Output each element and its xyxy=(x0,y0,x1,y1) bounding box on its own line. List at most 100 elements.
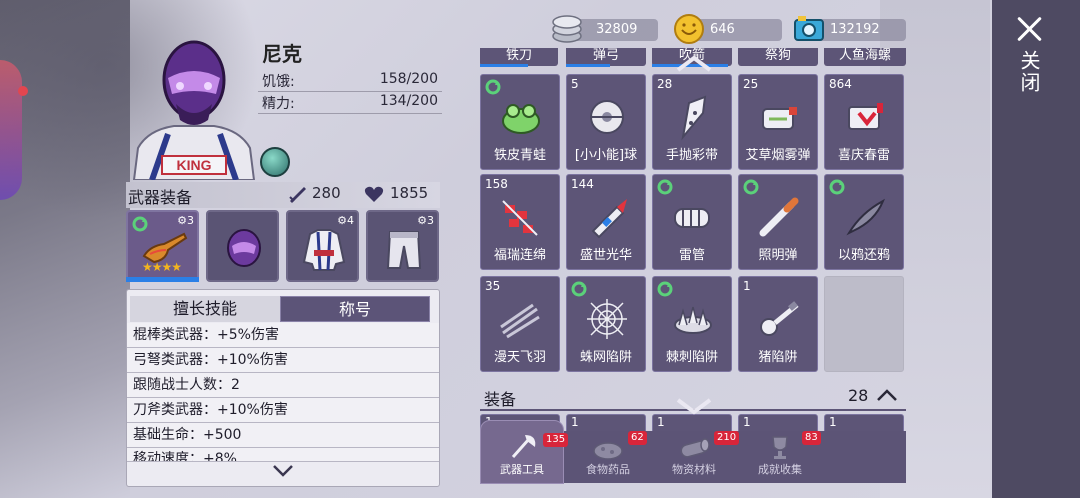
item-count: 25 xyxy=(743,77,759,91)
stat-label: 精力: xyxy=(262,96,295,112)
close-icon[interactable] xyxy=(1016,16,1042,42)
empty-cell xyxy=(824,276,904,372)
item-name: 漫天飞羽 xyxy=(493,350,546,365)
spike-trap-icon xyxy=(674,306,712,334)
item-cell[interactable]: 照明弹 xyxy=(738,174,818,270)
item-name: 盛世光华 xyxy=(579,248,632,263)
tab-progress xyxy=(480,64,528,67)
detonator-icon xyxy=(674,208,710,228)
weapon-slot[interactable]: ⚙3 ★★★★ xyxy=(126,210,199,282)
skill-row: 移动速度：+8% xyxy=(127,448,439,462)
tab-weapons-tools[interactable]: 武器工具 135 xyxy=(480,420,569,484)
item-count: 1 xyxy=(657,415,665,429)
ball-icon xyxy=(590,100,624,134)
chevron-up-icon[interactable] xyxy=(674,54,714,72)
firecracker-string-icon xyxy=(502,200,538,236)
item-name: 喜庆春雷 xyxy=(837,148,890,163)
item-name: 艾草烟雾弹 xyxy=(745,148,811,163)
tab-achievements[interactable]: 成就收集 83 xyxy=(738,431,822,483)
skill-row: 基础生命：+500 xyxy=(127,423,439,448)
tab-label: 物资材料 xyxy=(672,463,716,476)
tab-dog[interactable]: 祭狗 xyxy=(738,48,818,66)
item-count: 35 xyxy=(485,279,501,293)
character-avatar: KING xyxy=(128,38,260,181)
pants-icon xyxy=(386,231,422,269)
close-label[interactable]: 关闭 xyxy=(1017,50,1041,94)
tab-progress xyxy=(566,64,610,67)
skill-row: 刀斧类武器：+10%伤害 xyxy=(127,398,439,423)
smoke-bomb-icon xyxy=(762,107,797,130)
tab-label: 武器工具 xyxy=(500,463,544,476)
item-count: 1 xyxy=(829,415,837,429)
item-cell[interactable]: 5 [小小能]球 xyxy=(566,74,646,170)
tab-label: 成就收集 xyxy=(758,463,802,476)
gold-value: 646 xyxy=(710,22,735,37)
item-cell[interactable]: 864 喜庆春雷 xyxy=(824,74,904,170)
ribbon-cone-icon xyxy=(681,95,707,141)
spider-web-icon xyxy=(587,299,627,339)
notification-dot xyxy=(18,86,28,96)
energy-stat: 精力: 134/200 xyxy=(258,90,442,114)
side-menu-handle[interactable] xyxy=(0,60,22,200)
tab-titles[interactable]: 称号 xyxy=(280,296,430,322)
skill-row: 棍棒类武器：+5%伤害 xyxy=(127,323,439,348)
rarity-stars: ★★★★ xyxy=(142,260,182,274)
item-cell[interactable]: 35 漫天飞羽 xyxy=(480,276,560,372)
pants-slot[interactable]: ⚙3 xyxy=(366,210,439,282)
food-icon xyxy=(593,442,623,460)
tab-skills[interactable]: 擅长技能 xyxy=(130,296,280,322)
tab-conch[interactable]: 人鱼海螺 xyxy=(824,48,906,66)
item-cell[interactable]: 158 福瑞连绵 xyxy=(480,174,560,270)
helmet-slot[interactable] xyxy=(206,210,279,282)
silver-coin-stack-icon xyxy=(552,15,582,43)
tab-food-medicine[interactable]: 食物药品 62 xyxy=(566,431,650,483)
item-cell[interactable]: 铁皮青蛙 xyxy=(480,74,560,170)
item-count: 1 xyxy=(571,415,579,429)
axe-tool-icon xyxy=(511,435,536,458)
trophy-icon xyxy=(772,436,788,459)
jacket-icon xyxy=(302,229,346,271)
character-name: 尼克 xyxy=(262,42,302,66)
count-badge: 62 xyxy=(628,431,647,445)
item-cell[interactable]: 25 艾草烟雾弹 xyxy=(738,74,818,170)
item-cell[interactable]: 雷管 xyxy=(652,174,732,270)
item-cell[interactable]: 1 猪陷阱 xyxy=(738,276,818,372)
item-name: 福瑞连绵 xyxy=(493,248,546,263)
heart-icon xyxy=(364,186,384,202)
item-count: 5 xyxy=(571,77,579,91)
item-cell[interactable]: 棘刺陷阱 xyxy=(652,276,732,372)
character-token-icon[interactable] xyxy=(260,147,290,177)
stat-value: 134/200 xyxy=(379,93,438,109)
rocket-firework-icon xyxy=(591,199,627,239)
count-badge: 135 xyxy=(543,433,569,447)
tab-materials[interactable]: 物资材料 210 xyxy=(652,431,740,483)
item-count: 1 xyxy=(743,279,751,293)
hunger-stat: 饥饿: 158/200 xyxy=(258,68,442,92)
item-cell[interactable]: 28 手抛彩带 xyxy=(652,74,732,170)
armor-slot[interactable]: ⚙4 xyxy=(286,210,359,282)
item-count: 1 xyxy=(743,415,751,429)
item-count: 28 xyxy=(657,77,673,91)
item-name: [小小能]球 xyxy=(574,148,638,163)
item-name: 蛛网陷阱 xyxy=(579,350,632,365)
item-cell[interactable]: 144 盛世光华 xyxy=(566,174,646,270)
item-name: 以鸦还鸦 xyxy=(837,248,890,263)
ticket-value: 132192 xyxy=(830,22,880,37)
equipment-section-count: 28 xyxy=(848,386,869,405)
chevron-down-icon[interactable] xyxy=(674,398,714,416)
selected-indicator xyxy=(126,277,199,282)
skill-row: 弓弩类武器：+10%伤害 xyxy=(127,348,439,373)
item-name: 雷管 xyxy=(678,248,705,263)
chevron-up-icon[interactable] xyxy=(876,388,898,402)
feather-darts-icon xyxy=(500,303,540,339)
item-cell[interactable]: 以鸦还鸦 xyxy=(824,174,904,270)
tab-label: 食物药品 xyxy=(586,463,630,476)
item-count: 158 xyxy=(485,177,508,191)
count-badge: 83 xyxy=(802,431,821,445)
item-cell[interactable]: 蛛网陷阱 xyxy=(566,276,646,372)
crow-feather-icon xyxy=(846,198,885,236)
log-icon xyxy=(680,438,710,458)
item-count: 144 xyxy=(571,177,594,191)
chevron-down-icon[interactable] xyxy=(272,464,294,478)
equipment-title: 武器装备 xyxy=(128,188,193,207)
